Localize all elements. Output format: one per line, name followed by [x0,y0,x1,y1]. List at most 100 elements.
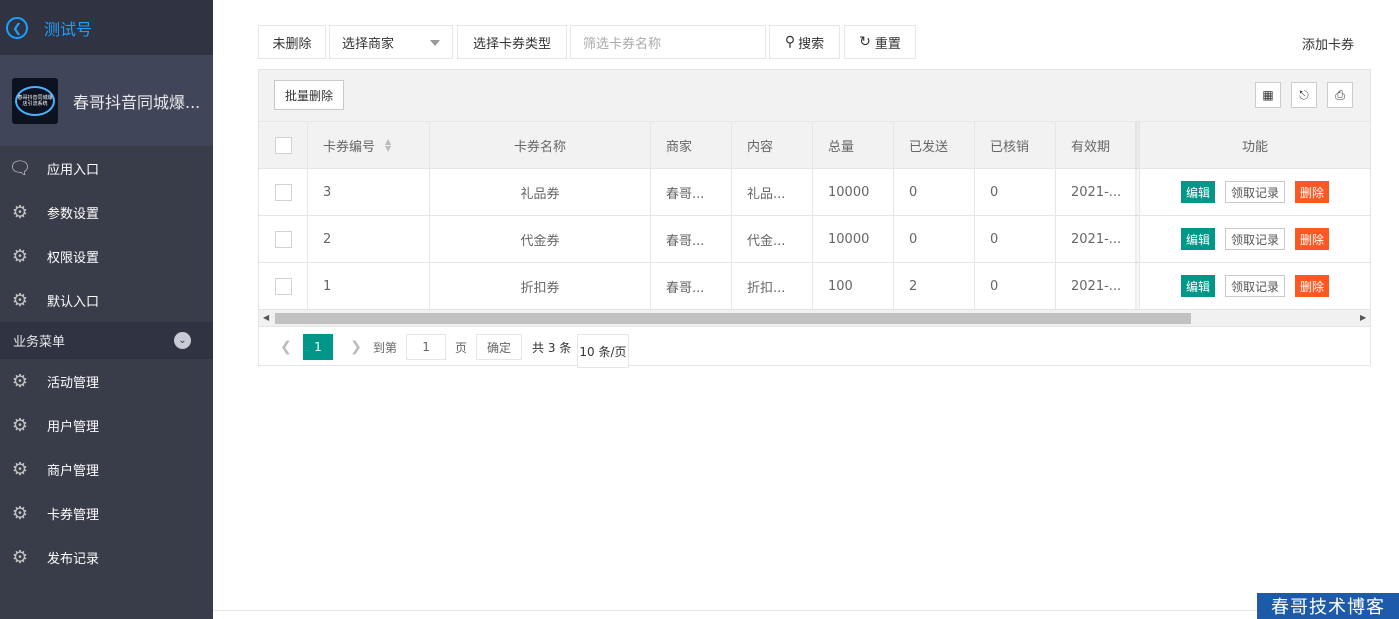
column-header-label: 卡券编号 [323,139,376,155]
claim-log-button[interactable]: 领取记录 [1224,181,1285,203]
cell-sent: 2 [894,263,975,309]
sidebar-item-users[interactable]: ⚙ 用户管理 [0,403,213,447]
coupon-table: 卡券编号 ▲ ▼ 卡券名称 商家 内容 总量 已发送 已核销 有效期 功能 3 礼… [259,122,1370,310]
sidebar-item-coupons[interactable]: ⚙ 卡券管理 [0,491,213,535]
search-input[interactable]: 筛选卡券名称 [570,25,766,59]
account-title[interactable]: 测试号 [44,16,92,40]
sidebar-item-activities[interactable]: ⚙ 活动管理 [0,359,213,403]
sidebar-item-merchants[interactable]: ⚙ 商户管理 [0,447,213,491]
chevron-down-icon[interactable]: ⌄ [174,332,191,349]
sidebar-group-business[interactable]: 业务菜单 ⌄ [0,322,213,359]
search-button[interactable]: ⚲ 搜索 [769,25,840,59]
claim-log-button[interactable]: 领取记录 [1224,275,1285,297]
claim-log-button[interactable]: 领取记录 [1224,228,1285,250]
edit-button[interactable]: 编辑 [1180,275,1215,297]
chat-icon: 🗨 [8,157,32,179]
merchant-select[interactable]: 选择商家 [329,25,453,59]
cell-name: 代金券 [430,216,651,262]
sidebar-item-label: 默认入口 [47,294,100,310]
add-coupon-link[interactable]: 添加卡券 [1302,34,1354,53]
edit-button[interactable]: 编辑 [1180,228,1215,250]
back-circle-icon[interactable]: ❮ [6,16,28,39]
page-current[interactable]: 1 [303,334,333,360]
reset-button[interactable]: ↻ 重置 [844,25,916,59]
row-checkbox[interactable] [274,277,292,295]
cell-id: 2 [308,216,430,262]
sidebar-item-params[interactable]: ⚙ 参数设置 [0,190,213,234]
scroll-left-icon[interactable]: ◀ [263,313,269,322]
shop-name: 春哥抖音同城爆... [73,92,201,112]
sort-icon[interactable]: ▲ ▼ [385,138,391,153]
cell-verified: 0 [975,169,1056,215]
scroll-right-icon[interactable]: ▶ [1360,313,1366,322]
column-header[interactable]: 卡券编号 ▲ ▼ [308,122,430,168]
column-header: 已核销 [975,122,1056,168]
shop-info: 春哥抖音同城爆店引流系统 春哥抖音同城爆... [0,55,213,146]
cell-id: 1 [308,263,430,309]
sidebar: ❮ 测试号 春哥抖音同城爆店引流系统 春哥抖音同城爆... 🗨 应用入口 ⚙ 参… [0,0,213,619]
next-page-icon[interactable]: ❯ [343,339,369,355]
select-all-cell [259,122,308,168]
export-icon[interactable]: ⎋ [1291,82,1317,108]
cell-verified: 0 [975,216,1056,262]
caret-down-icon [430,40,440,46]
sidebar-item-publish-log[interactable]: ⚙ 发布记录 [0,535,213,579]
print-icon[interactable]: ⎙ [1327,82,1353,108]
sidebar-header: ❮ 测试号 [0,0,213,55]
shop-logo-text: 春哥抖音同城爆店引流系统 [17,94,53,107]
gear-icon: ⚙ [11,289,29,311]
cell-content: 代金... [732,216,813,262]
delete-button[interactable]: 删除 [1295,181,1330,203]
delete-button[interactable]: 删除 [1295,275,1330,297]
sidebar-group-label: 业务菜单 [13,335,66,350]
cell-merchant: 春哥... [651,169,732,215]
column-header: 商家 [651,122,732,168]
columns-filter-icon[interactable]: ▦ [1255,82,1281,108]
batch-delete-button[interactable]: 批量删除 [274,80,344,110]
horizontal-scrollbar[interactable]: ◀ ▶ [259,310,1370,327]
row-checkbox[interactable] [274,230,292,248]
delete-button[interactable]: 删除 [1295,228,1330,250]
cell-actions: 编辑 领取记录 删除 [1140,216,1370,262]
prev-page-icon[interactable]: ❮ [273,339,299,355]
sidebar-item-app-entry[interactable]: 🗨 应用入口 [0,146,213,190]
sidebar-item-label: 活动管理 [47,375,100,391]
table-row: 3 礼品券 春哥... 礼品... 10000 0 0 2021-... 编辑 … [259,169,1370,216]
gear-icon: ⚙ [11,414,29,436]
sidebar-item-label: 用户管理 [47,419,100,435]
cell-actions: 编辑 领取记录 删除 [1140,169,1370,215]
row-select-cell [259,169,308,215]
column-header: 已发送 [894,122,975,168]
cell-content: 礼品... [732,169,813,215]
sidebar-item-default-entry[interactable]: ⚙ 默认入口 [0,278,213,322]
cell-id: 3 [308,169,430,215]
goto-label: 到第 [373,340,398,355]
sidebar-item-label: 权限设置 [47,250,100,266]
table-header-row: 卡券编号 ▲ ▼ 卡券名称 商家 内容 总量 已发送 已核销 有效期 功能 [259,122,1370,169]
sidebar-item-permissions[interactable]: ⚙ 权限设置 [0,234,213,278]
scrollbar-thumb[interactable] [275,313,1191,324]
select-all-checkbox[interactable] [274,136,292,154]
row-select-cell [259,216,308,262]
shop-logo: 春哥抖音同城爆店引流系统 [12,77,58,124]
pagination: ❮ 1 ❯ 到第 1 页 确定 共 3 条 10 条/页 [259,328,1370,368]
status-select[interactable]: 未删除 [258,25,326,59]
gear-icon: ⚙ [11,245,29,267]
column-header: 内容 [732,122,813,168]
goto-confirm-button[interactable]: 确定 [476,334,523,360]
coupon-type-select[interactable]: 选择卡券类型 [457,25,567,59]
cell-actions: 编辑 领取记录 删除 [1140,263,1370,309]
page-size-select[interactable]: 10 条/页 [577,334,629,368]
search-icon: ⚲ [784,34,796,50]
table-toolbar: 批量删除 ▦ ⎋ ⎙ [259,70,1370,122]
cell-total: 10000 [813,216,894,262]
cell-valid: 2021-... [1056,263,1140,309]
goto-page-input[interactable]: 1 [406,334,447,360]
gear-icon: ⚙ [11,458,29,480]
footer-divider [213,610,1399,611]
row-checkbox[interactable] [274,183,292,201]
cell-sent: 0 [894,216,975,262]
cell-total: 10000 [813,169,894,215]
edit-button[interactable]: 编辑 [1180,181,1215,203]
cell-merchant: 春哥... [651,263,732,309]
